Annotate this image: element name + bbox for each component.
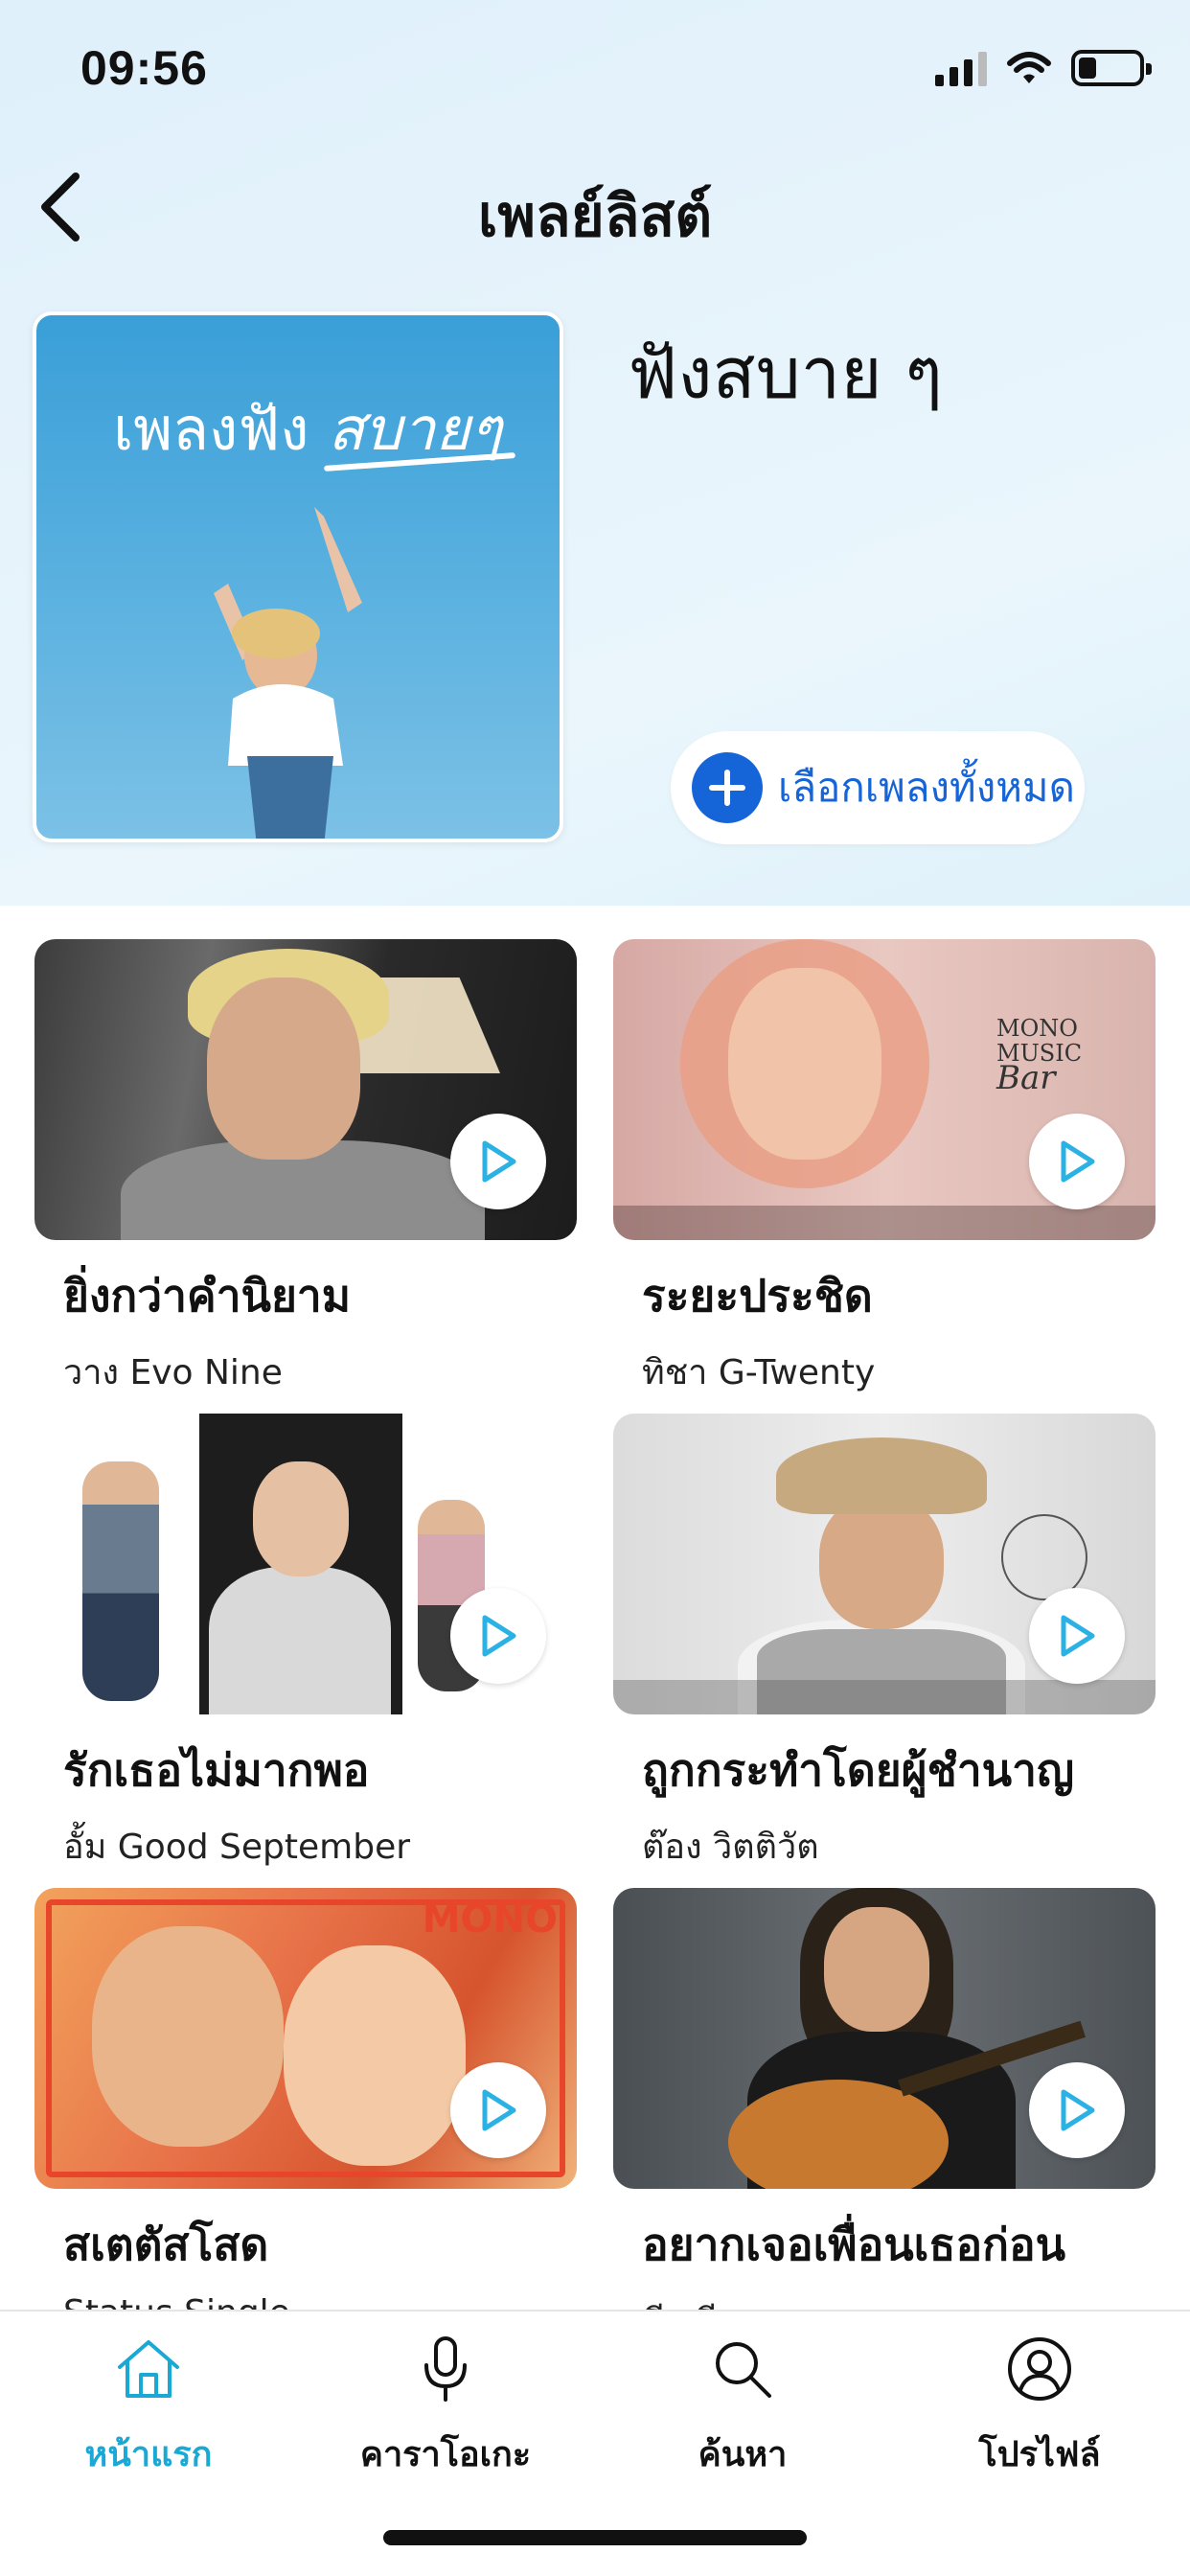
song-thumbnail[interactable]: [613, 1888, 1156, 2189]
thumbnail-logo-line: Bar: [996, 1059, 1056, 1097]
song-thumbnail[interactable]: [34, 1414, 577, 1714]
select-all-songs-button[interactable]: เลือกเพลงทั้งหมด: [671, 731, 1085, 844]
song-card[interactable]: MONO MUSIC Bar ระยะประชิด ทิชา G-Twenty: [613, 939, 1156, 1399]
song-title: ยิ่งกว่าคำนิยาม: [63, 1270, 352, 1322]
playlist-cover-image: เพลงฟัง สบายๆ: [33, 311, 563, 842]
song-artist: Status Single: [63, 2293, 577, 2310]
thumbnail-logo: MONO: [422, 1898, 558, 1942]
play-button[interactable]: [450, 2062, 546, 2158]
play-button[interactable]: [450, 1114, 546, 1209]
select-all-label: เลือกเพลงทั้งหมด: [778, 764, 1075, 811]
thumbnail-logo: MONO MUSIC Bar: [996, 1015, 1082, 1097]
play-button[interactable]: [1029, 1588, 1125, 1684]
song-title: สเตตัสโสด: [63, 2219, 269, 2270]
tab-label: หน้าแรก: [84, 2435, 213, 2474]
search-icon: [716, 2342, 771, 2398]
play-icon: [1061, 1615, 1095, 1657]
song-title: ถูกกระทำโดยผู้ชำนาญ: [642, 1744, 1075, 1796]
song-thumbnail[interactable]: MONO: [34, 1888, 577, 2189]
song-grid: ยิ่งกว่าคำนิยาม วาง Evo Nine MONO MUSIC …: [0, 906, 1190, 2310]
play-icon: [482, 1140, 516, 1183]
tab-profile[interactable]: โปรไฟล์: [891, 2331, 1188, 2494]
home-indicator: [383, 2530, 807, 2545]
song-card[interactable]: ยิ่งกว่าคำนิยาม วาง Evo Nine: [34, 939, 577, 1399]
playlist-header: 09:56 เพลย์ลิสต์ เพลงฟัง สบายๆ ฟังสบาย ๆ…: [0, 0, 1190, 906]
play-button[interactable]: [450, 1588, 546, 1684]
song-card[interactable]: อยากเจอเพื่อนเธอก่อน พีร พีระ: [613, 1888, 1156, 2310]
song-thumbnail[interactable]: MONO MUSIC Bar: [613, 939, 1156, 1240]
song-card[interactable]: ถูกกระทำโดยผู้ชำนาญ ต๊อง วิตติวัต: [613, 1414, 1156, 1874]
wifi-icon: [1007, 52, 1051, 83]
playlist-screen: 09:56 เพลย์ลิสต์ เพลงฟัง สบายๆ ฟังสบาย ๆ…: [0, 0, 1190, 2576]
home-icon: [118, 2340, 179, 2398]
song-thumbnail[interactable]: [613, 1414, 1156, 1714]
play-button[interactable]: [1029, 2062, 1125, 2158]
play-icon: [1061, 2089, 1095, 2131]
thumbnail-logo-line: MONO: [996, 1015, 1078, 1042]
song-artist: ทิชา G-Twenty: [642, 1353, 876, 1392]
tab-label: ค้นหา: [698, 2435, 788, 2474]
song-artist: พีร พีระ: [642, 2293, 1156, 2310]
play-button[interactable]: [1029, 1114, 1125, 1209]
song-card[interactable]: รักเธอไม่มากพอ อั้ม Good September: [34, 1414, 577, 1874]
song-thumbnail[interactable]: [34, 939, 577, 1240]
microphone-icon: [424, 2336, 467, 2402]
tab-search[interactable]: ค้นหา: [594, 2331, 891, 2494]
song-title: ระยะประชิด: [642, 1270, 873, 1322]
song-artist: ต๊อง วิตติวัต: [642, 1828, 819, 1867]
tab-karaoke[interactable]: คาราโอเกะ: [297, 2331, 594, 2494]
playlist-name: ฟังสบาย ๆ: [628, 333, 943, 415]
song-card[interactable]: MONO สเตตัสโสด Status Single: [34, 1888, 577, 2310]
status-bar: 09:56: [0, 0, 1190, 144]
profile-icon: [1008, 2337, 1071, 2401]
play-icon: [1061, 1140, 1095, 1183]
song-artist: วาง Evo Nine: [63, 1353, 283, 1392]
song-title: รักเธอไม่มากพอ: [63, 1744, 370, 1796]
tab-label: โปรไฟล์: [978, 2435, 1101, 2474]
page-title: เพลย์ลิสต์: [477, 183, 713, 250]
tab-label: คาราโอเกะ: [359, 2435, 532, 2474]
cellular-signal-icon: [935, 50, 987, 86]
nav-bar: เพลย์ลิสต์: [0, 153, 1190, 259]
tab-home[interactable]: หน้าแรก: [0, 2331, 297, 2494]
play-icon: [482, 1615, 516, 1657]
song-title: อยากเจอเพื่อนเธอก่อน: [642, 2219, 1066, 2270]
play-icon: [482, 2089, 516, 2131]
battery-icon: [1071, 50, 1152, 86]
status-time: 09:56: [80, 41, 208, 95]
cover-person-illustration: [214, 507, 362, 839]
plus-icon: [692, 752, 763, 823]
status-icons: [935, 50, 1152, 86]
song-artist: อั้ม Good September: [63, 1828, 411, 1867]
